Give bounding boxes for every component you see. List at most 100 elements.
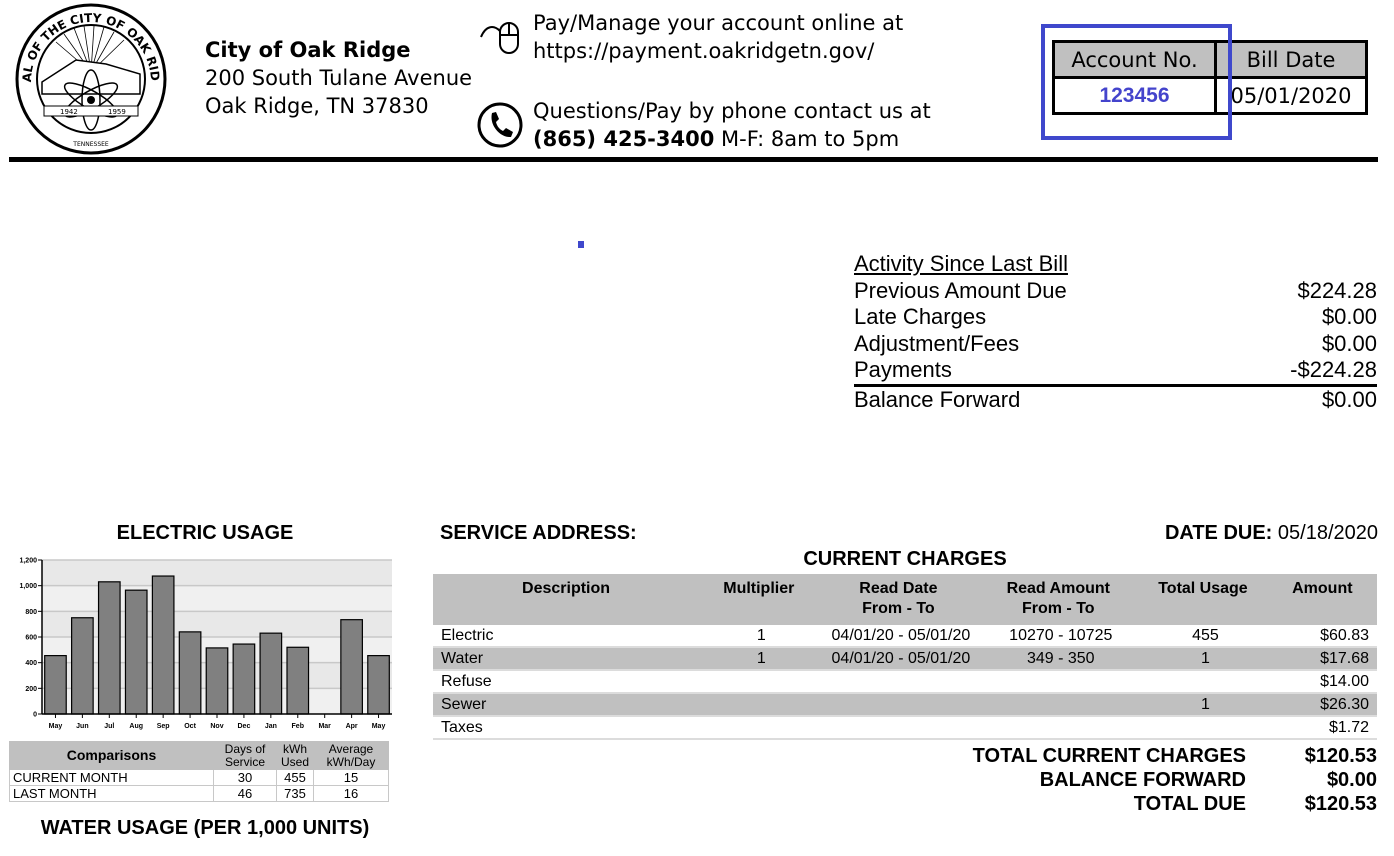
activity-label: Balance Forward	[854, 386, 1021, 412]
x-tick-label: Mar	[318, 723, 331, 730]
charge-multiplier	[699, 716, 819, 740]
charge-description: Refuse	[433, 670, 700, 694]
charge-total-usage: 1	[1138, 647, 1268, 671]
header-divider	[9, 157, 1378, 162]
city-seal-logo: SEAL OF THE CITY OF OAK RIDGE TENNESSEE …	[14, 2, 167, 155]
y-tick-label: 400	[25, 660, 37, 667]
y-tick-label: 600	[25, 635, 37, 642]
comparison-period: CURRENT MONTH	[9, 769, 214, 786]
activity-title: Activity Since Last Bill	[854, 251, 1068, 276]
activity-label: Payments	[854, 357, 952, 382]
activity-row: Previous Amount Due $224.28	[854, 278, 1377, 305]
current-charges-table: Description Multiplier Read Date From - T…	[433, 574, 1377, 740]
activity-label: Adjustment/Fees	[854, 330, 1020, 356]
total-label: TOTAL DUE	[1133, 793, 1246, 815]
bill-date: 05/01/2020	[1214, 76, 1368, 115]
org-address-line1: 200 South Tulane Avenue	[205, 66, 473, 90]
chart-bar	[124, 589, 148, 715]
x-tick-label: Sep	[157, 723, 170, 730]
charge-multiplier: 1	[699, 647, 819, 671]
comparison-kwh: 455	[276, 769, 314, 786]
activity-value: $0.00	[1321, 330, 1377, 356]
phone-icon	[477, 102, 523, 148]
charge-multiplier	[699, 693, 819, 717]
charge-read-amount	[978, 716, 1139, 740]
current-charges-title: CURRENT CHARGES	[803, 548, 1007, 570]
chart-bar	[178, 631, 202, 715]
online-text: Pay/Manage your account online at	[533, 11, 904, 35]
charge-amount: $26.30	[1267, 693, 1377, 717]
seal-year-left: 1942	[60, 108, 78, 116]
date-due: DATE DUE: 05/18/2020	[1165, 522, 1378, 545]
seal-text-bottom: TENNESSEE	[72, 141, 109, 148]
activity-label: Previous Amount Due	[854, 277, 1067, 303]
phone-line: (865) 425-3400 M-F: 8am to 5pm	[533, 125, 899, 153]
chart-band	[42, 585, 392, 612]
activity-summary: Activity Since Last Bill Previous Amount…	[854, 251, 1377, 413]
chart-bar	[205, 647, 229, 715]
x-tick-label: Apr	[346, 723, 358, 730]
chart-bar	[151, 575, 175, 715]
date-due-label: DATE DUE:	[1164, 522, 1273, 544]
charge-row: Taxes $1.72	[433, 716, 1377, 740]
chart-band	[42, 611, 392, 637]
activity-label: Late Charges	[854, 304, 987, 329]
chart-band	[42, 560, 392, 586]
bill-date-label: Bill Date	[1214, 40, 1368, 79]
y-tick-label: 800	[25, 609, 37, 616]
charge-read-amount: 349 - 350	[978, 647, 1139, 671]
column-header-multiplier: Multiplier	[699, 574, 819, 625]
charge-amount: $14.00	[1267, 670, 1377, 694]
charge-read-date: 04/01/20 - 05/01/20	[818, 647, 979, 671]
x-tick-label: Feb	[292, 723, 304, 730]
comparisons-table: Comparisons Days of Service kWh Used Ave…	[9, 741, 389, 802]
kwh-used-header: kWh Used	[276, 741, 314, 770]
organization-block: City of Oak Ridge 200 South Tulane Avenu…	[205, 36, 472, 120]
activity-row: Payments -$224.28	[854, 357, 1377, 384]
chart-bar	[286, 646, 310, 715]
charge-read-amount: 10270 - 10725	[978, 625, 1139, 648]
activity-row: Late Charges $0.00	[854, 304, 1377, 331]
payment-url-link[interactable]: https://payment.oakridgetn.gov/	[533, 37, 874, 65]
totals-block: TOTAL CURRENT CHARGES $120.53 BALANCE FOR…	[900, 744, 1377, 816]
comparison-row: CURRENT MONTH 30 455 15	[9, 769, 389, 786]
comparison-kwh: 735	[276, 785, 314, 802]
x-tick-label: Oct	[184, 723, 196, 730]
date-due-value: 05/18/2020	[1272, 522, 1378, 544]
x-tick-label: Jun	[76, 723, 88, 730]
chart-bar	[232, 643, 256, 715]
total-due-row: TOTAL DUE $120.53	[900, 792, 1377, 816]
charge-read-date	[818, 716, 979, 740]
seal-year-right: 1959	[108, 108, 126, 116]
chart-bar	[71, 617, 94, 715]
charge-description: Sewer	[433, 693, 700, 717]
x-tick-label: Dec	[238, 723, 251, 730]
org-address-line2: Oak Ridge, TN 37830	[205, 94, 429, 118]
charge-read-date: 04/01/20 - 05/01/20	[818, 625, 979, 648]
water-usage-title: WATER USAGE (PER 1,000 UNITS)	[40, 817, 370, 839]
y-tick-label: 0	[33, 712, 37, 719]
x-tick-label: Aug	[129, 723, 143, 730]
phone-number[interactable]: (865) 425-3400	[533, 127, 714, 151]
electric-usage-chart: 0 200 400 600 800 1,000 1,200 May Jun Jul Aug Sep O…	[19, 558, 392, 730]
y-tick-label: 200	[25, 686, 37, 693]
total-value: $120.53	[1304, 793, 1377, 815]
charge-total-usage: 455	[1138, 625, 1268, 648]
comparison-days: 30	[213, 769, 277, 786]
x-tick-label: May	[372, 723, 386, 730]
activity-value: $224.28	[1297, 277, 1377, 303]
charge-row: Refuse $14.00	[433, 670, 1377, 694]
comparison-avg: 15	[313, 769, 389, 786]
charge-read-date	[818, 693, 979, 717]
phone-hours: M-F: 8am to 5pm	[714, 127, 900, 151]
charge-description: Taxes	[433, 716, 700, 740]
avg-kwh-day-header: Average kWh/Day	[313, 741, 389, 770]
y-tick-label: 1,000	[19, 583, 37, 590]
comparison-row: LAST MONTH 46 735 16	[9, 785, 389, 802]
charge-read-amount	[978, 693, 1139, 717]
x-tick-label: Jan	[265, 723, 277, 730]
x-tick-label: Jul	[104, 723, 114, 730]
cursor-marker	[578, 241, 584, 248]
chart-bar	[340, 619, 363, 715]
charge-multiplier	[699, 670, 819, 694]
